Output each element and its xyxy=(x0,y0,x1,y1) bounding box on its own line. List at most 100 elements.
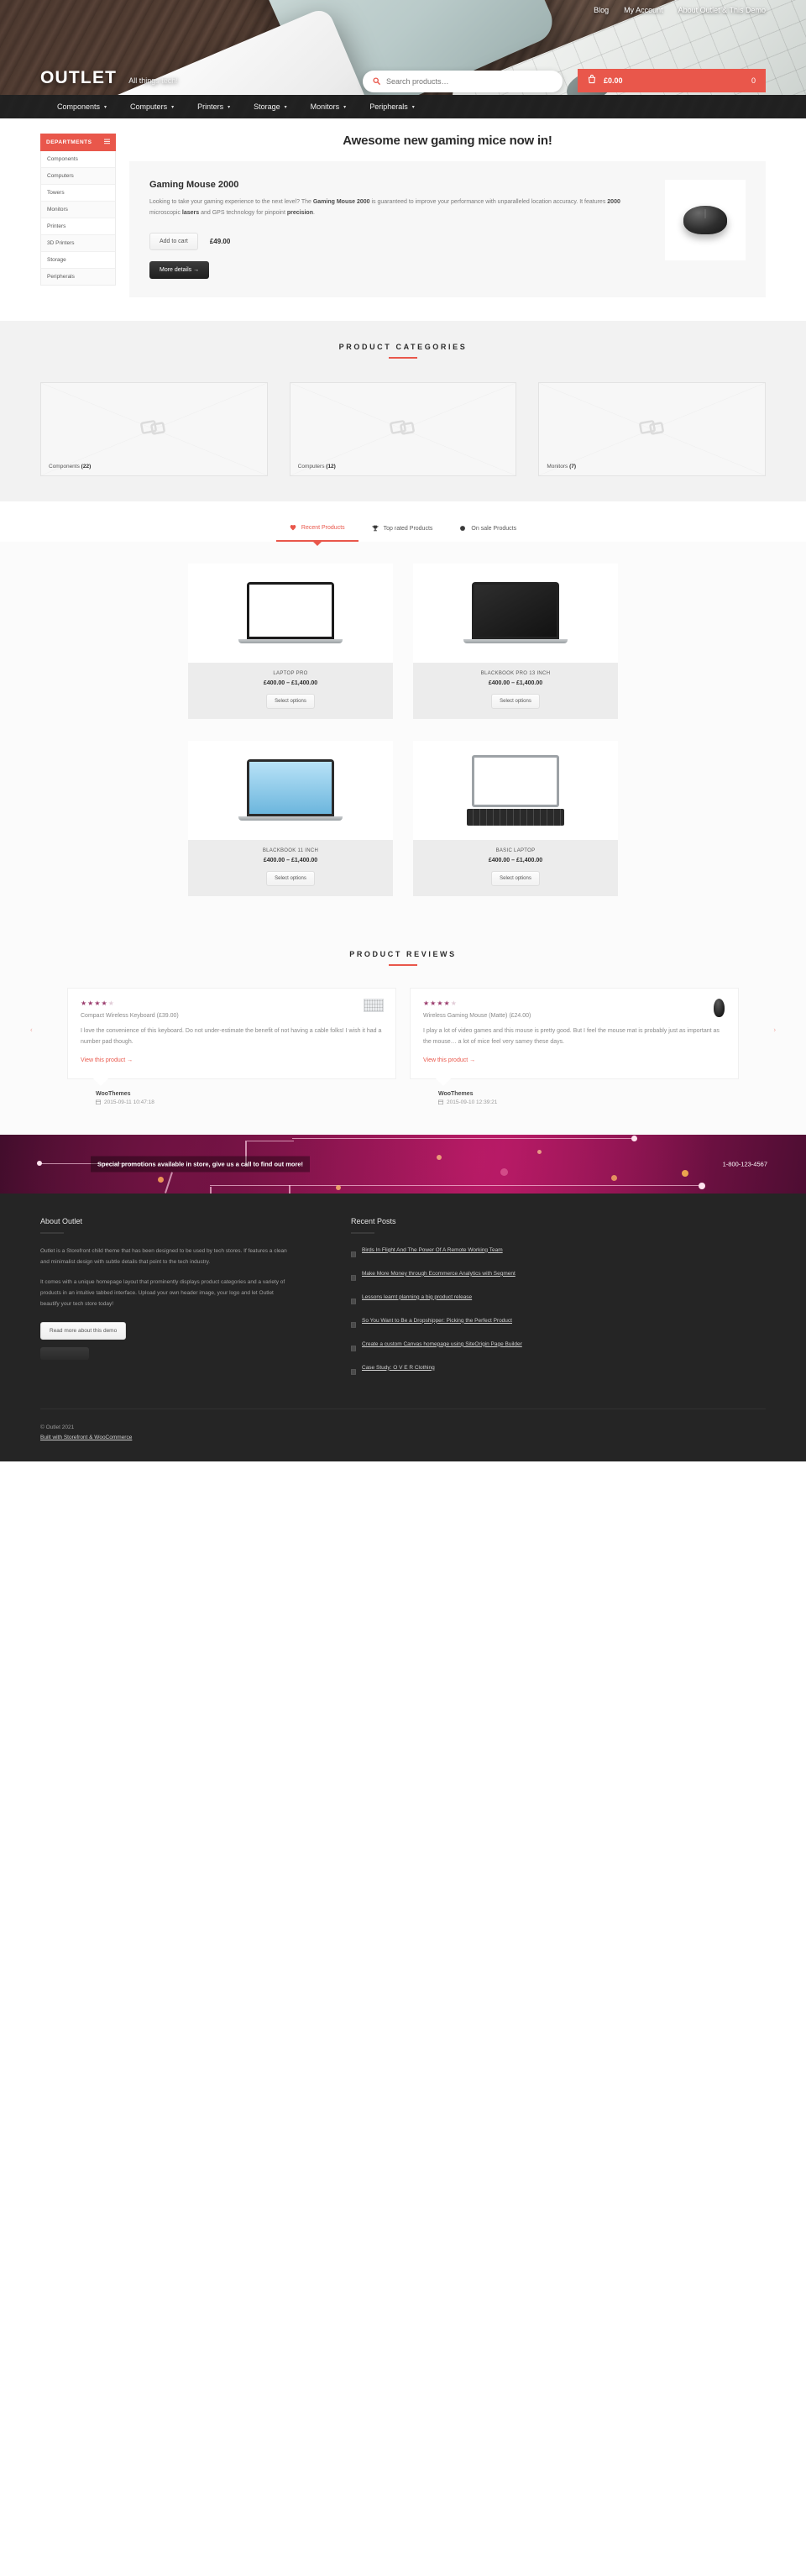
top-links: Blog My Account About Outlet & This Demo xyxy=(594,6,766,14)
cart-button[interactable]: £0.00 0 xyxy=(578,69,766,92)
select-options-button[interactable]: Select options xyxy=(491,693,540,709)
nav-item-components[interactable]: Components ▾ xyxy=(46,102,118,111)
hero-product-card: Gaming Mouse 2000 Looking to take your g… xyxy=(129,161,766,297)
review-date: 2015-09-11 10:47:18 xyxy=(104,1099,154,1106)
category-card-monitors[interactable]: Monitors (7) xyxy=(538,381,767,476)
top-link-about[interactable]: About Outlet & This Demo xyxy=(678,6,766,14)
reviews-grid: ★★★★★ Compact Wireless Keyboard (£39.00)… xyxy=(67,987,739,1106)
sidebar-item-printers[interactable]: Printers xyxy=(41,218,115,235)
search-form[interactable] xyxy=(363,71,563,92)
rating-stars: ★★★★★ xyxy=(423,999,458,1007)
top-link-my-account[interactable]: My Account xyxy=(624,6,663,14)
select-options-button[interactable]: Select options xyxy=(491,870,540,886)
review-author-name: WooThemes xyxy=(96,1090,131,1097)
product-price: £400.00 – £1,400.00 xyxy=(488,857,543,863)
light-spark xyxy=(537,1149,542,1154)
search-icon xyxy=(373,74,380,89)
light-spark xyxy=(500,1167,508,1176)
footer-posts-column: Recent Posts Birds In Flight And The Pow… xyxy=(351,1217,766,1387)
tab-on-sale-products[interactable]: On sale Products xyxy=(446,517,530,542)
category-card-computers[interactable]: Computers (12) xyxy=(289,381,517,476)
circuit-line xyxy=(165,1172,173,1194)
product-tabs-section: Recent Products Top rated Products On sa… xyxy=(0,501,806,542)
list-item: Case Study: O V E R Clothing xyxy=(351,1363,766,1379)
sidebar-item-computers[interactable]: Computers xyxy=(41,168,115,185)
tab-top-rated-products[interactable]: Top rated Products xyxy=(359,517,447,542)
sidebar-item-towers[interactable]: Towers xyxy=(41,185,115,202)
nav-label: Components xyxy=(57,102,101,111)
sidebar-item-components[interactable]: Components xyxy=(41,151,115,168)
cart-icon xyxy=(588,73,596,88)
recent-post-link[interactable]: Lessons learnt planning a big product re… xyxy=(362,1293,472,1302)
sidebar-item-3d-printers[interactable]: 3D Printers xyxy=(41,235,115,252)
recent-post-link[interactable]: Birds In Flight And The Power Of A Remot… xyxy=(362,1246,503,1255)
chevron-down-icon: ▾ xyxy=(343,104,347,110)
product-image[interactable] xyxy=(188,740,393,840)
add-to-cart-button[interactable]: Add to cart xyxy=(149,232,198,250)
nav-item-storage[interactable]: Storage ▾ xyxy=(243,102,298,111)
site-header: Blog My Account About Outlet & This Demo… xyxy=(0,0,806,95)
review-product-title: Wireless Gaming Mouse (Matte) xyxy=(423,1012,508,1019)
select-options-button[interactable]: Select options xyxy=(266,870,315,886)
nav-item-peripherals[interactable]: Peripherals ▾ xyxy=(359,102,426,111)
review-card: ★★★★★ Compact Wireless Keyboard (£39.00)… xyxy=(67,987,396,1086)
review-author-name: WooThemes xyxy=(438,1090,474,1097)
promo-phone[interactable]: 1-800-123-4567 xyxy=(723,1160,767,1167)
read-more-button[interactable]: Read more about this demo xyxy=(40,1321,127,1340)
image-placeholder-icon xyxy=(390,417,416,441)
image-placeholder-icon xyxy=(638,417,666,441)
light-spark xyxy=(682,1169,688,1177)
footer-posts-heading: Recent Posts xyxy=(351,1216,396,1225)
nav-item-monitors[interactable]: Monitors ▾ xyxy=(300,102,358,111)
product-image[interactable] xyxy=(413,563,618,663)
footer-secondary-button[interactable] xyxy=(40,1346,89,1360)
tag-icon xyxy=(459,525,466,533)
product-card[interactable]: BLACKBOOK PRO 13 INCH £400.00 – £1,400.0… xyxy=(413,563,618,719)
sidebar-item-storage[interactable]: Storage xyxy=(41,252,115,269)
document-icon xyxy=(351,1364,356,1379)
sidebar-item-peripherals[interactable]: Peripherals xyxy=(41,269,115,285)
reviews-prev-arrow[interactable]: ‹ xyxy=(30,1026,33,1033)
select-options-button[interactable]: Select options xyxy=(266,693,315,709)
departments-header[interactable]: DEPARTMENTS xyxy=(40,134,116,151)
site-logo[interactable]: OUTLET xyxy=(40,68,117,88)
nav-item-printers[interactable]: Printers ▾ xyxy=(186,102,241,111)
recent-post-link[interactable]: Make More Money through Ecommerce Analyt… xyxy=(362,1269,516,1278)
document-icon xyxy=(351,1293,356,1309)
search-input[interactable] xyxy=(386,77,552,86)
heart-icon xyxy=(290,524,296,533)
sidebar-item-monitors[interactable]: Monitors xyxy=(41,202,115,218)
category-card-components[interactable]: Components (22) xyxy=(40,381,268,476)
review-product-price: (£24.00) xyxy=(509,1012,531,1019)
view-product-link[interactable]: View this product → xyxy=(423,1057,475,1063)
more-details-button[interactable]: More details → xyxy=(149,260,210,279)
top-link-blog[interactable]: Blog xyxy=(594,6,609,14)
chevron-down-icon: ▾ xyxy=(104,104,107,110)
built-with-link[interactable]: Built with Storefront & WooCommerce xyxy=(40,1435,132,1440)
recent-post-link[interactable]: Case Study: O V E R Clothing xyxy=(362,1363,435,1372)
product-card[interactable]: LAPTOP PRO £400.00 – £1,400.00 Select op… xyxy=(188,563,393,719)
nav-item-computers[interactable]: Computers ▾ xyxy=(119,102,185,111)
recent-post-link[interactable]: Create a custom Canvas homepage using Si… xyxy=(362,1340,522,1349)
product-price: £400.00 – £1,400.00 xyxy=(263,857,318,863)
product-image[interactable] xyxy=(413,740,618,840)
product-name: BLACKBOOK 11 INCH xyxy=(262,847,319,853)
tab-label: On sale Products xyxy=(471,526,517,533)
mouse-thumb-image xyxy=(706,998,726,1017)
view-product-link[interactable]: View this product → xyxy=(81,1057,133,1063)
hero-desc-bold: precision xyxy=(286,209,313,216)
reviews-next-arrow[interactable]: › xyxy=(773,1026,776,1033)
recent-post-link[interactable]: So You Want to Be a Dropshipper: Picking… xyxy=(362,1316,512,1325)
light-spark xyxy=(437,1154,442,1160)
category-count: (12) xyxy=(326,463,336,470)
product-image[interactable] xyxy=(188,563,393,663)
product-card[interactable]: BASIC LAPTOP £400.00 – £1,400.00 Select … xyxy=(413,740,618,896)
hero-product-image[interactable] xyxy=(665,180,746,260)
promo-text: Special promotions available in store, g… xyxy=(91,1156,311,1173)
trophy-icon xyxy=(372,525,379,533)
circuit-node xyxy=(631,1135,637,1141)
tab-recent-products[interactable]: Recent Products xyxy=(275,517,359,542)
hero-product-name: Gaming Mouse 2000 xyxy=(149,180,239,190)
product-card[interactable]: BLACKBOOK 11 INCH £400.00 – £1,400.00 Se… xyxy=(188,740,393,896)
calendar-icon xyxy=(96,1099,101,1106)
